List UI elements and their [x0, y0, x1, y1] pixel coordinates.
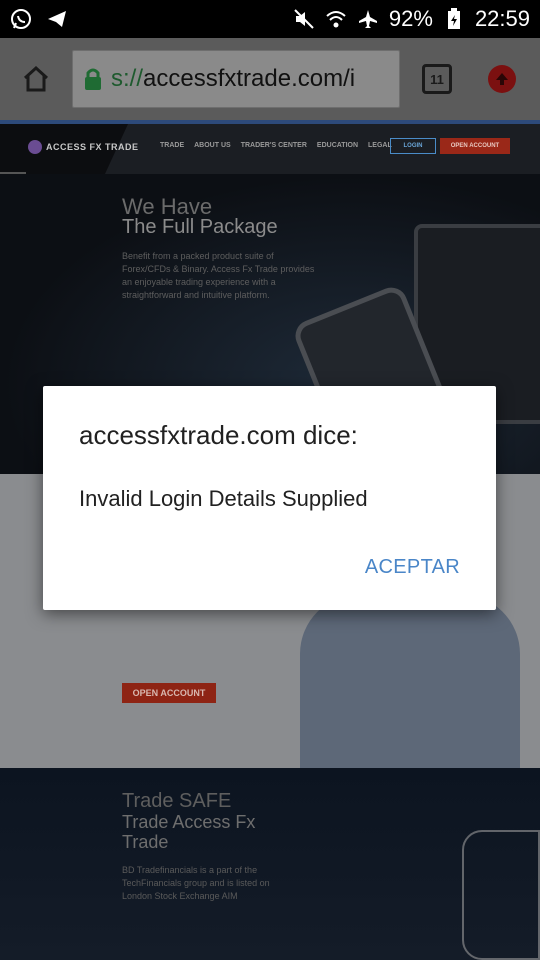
- trade-safe-title: Trade SAFE: [122, 790, 232, 812]
- crest-logo: [462, 830, 540, 960]
- wifi-icon: [325, 8, 347, 30]
- screen: 92% 22:59 s://accessfxtrade.com/i 11 ACC…: [0, 0, 540, 960]
- airplane-icon: [357, 8, 379, 30]
- tab-switcher-button[interactable]: 11: [422, 64, 452, 94]
- clock: 22:59: [474, 6, 530, 31]
- hero-title-line2: The Full Package: [122, 216, 278, 238]
- trader-photo: [300, 594, 520, 768]
- alert-dialog: accessfxtrade.com dice: Invalid Login De…: [43, 386, 496, 610]
- update-button[interactable]: [488, 65, 516, 93]
- accept-button[interactable]: ACEPTAR: [365, 556, 460, 579]
- site-open-account-button[interactable]: OPEN ACCOUNT: [440, 138, 510, 154]
- dialog-message: Invalid Login Details Supplied: [79, 486, 368, 511]
- site-header: ACCESS FX TRADE TRADE ABOUT US TRADER'S …: [0, 120, 540, 177]
- whatsapp-icon: [10, 8, 32, 30]
- battery-percent: 92%: [388, 6, 433, 31]
- nav-trade[interactable]: TRADE: [160, 142, 184, 149]
- open-account-button[interactable]: OPEN ACCOUNT: [122, 683, 216, 703]
- nav-traders-center[interactable]: TRADER'S CENTER: [241, 142, 307, 149]
- mute-icon: [293, 8, 315, 30]
- url-text: s://accessfxtrade.com/i: [111, 65, 355, 93]
- battery-icon: [443, 8, 465, 30]
- nav-about-us[interactable]: ABOUT US: [194, 142, 231, 149]
- trade-safe-subtitle: Trade Access Fx Trade: [122, 812, 256, 852]
- status-right: 92% 22:59: [293, 6, 530, 32]
- telegram-icon: [46, 8, 68, 30]
- url-bar[interactable]: s://accessfxtrade.com/i: [72, 50, 400, 108]
- dialog-title: accessfxtrade.com dice:: [79, 420, 358, 450]
- url-scheme: s://: [111, 65, 144, 92]
- status-left: [10, 8, 68, 30]
- site-logo[interactable]: ACCESS FX TRADE: [28, 140, 139, 154]
- arrow-up-icon: [496, 73, 508, 85]
- site-nav: TRADE ABOUT US TRADER'S CENTER EDUCATION…: [160, 142, 392, 149]
- hero-body: Benefit from a packed product suite of F…: [122, 251, 315, 300]
- nav-legal[interactable]: LEGAL: [368, 142, 392, 149]
- site-login-button[interactable]: LOGIN: [390, 138, 436, 154]
- url-host: accessfxtrade.com/i: [143, 65, 356, 92]
- site-logo-text: ACCESS FX TRADE: [46, 142, 139, 152]
- globe-icon: [28, 140, 42, 154]
- trade-safe-section: Trade SAFE Trade Access Fx Trade BD Trad…: [0, 768, 540, 960]
- trade-safe-body: BD Tradefinancials is a part of the Tech…: [122, 865, 270, 901]
- lock-icon: [85, 68, 101, 90]
- browser-toolbar: s://accessfxtrade.com/i 11: [0, 38, 540, 120]
- nav-education[interactable]: EDUCATION: [317, 142, 358, 149]
- status-bar: 92% 22:59: [0, 0, 540, 38]
- home-button[interactable]: [12, 55, 60, 103]
- home-icon: [23, 65, 49, 92]
